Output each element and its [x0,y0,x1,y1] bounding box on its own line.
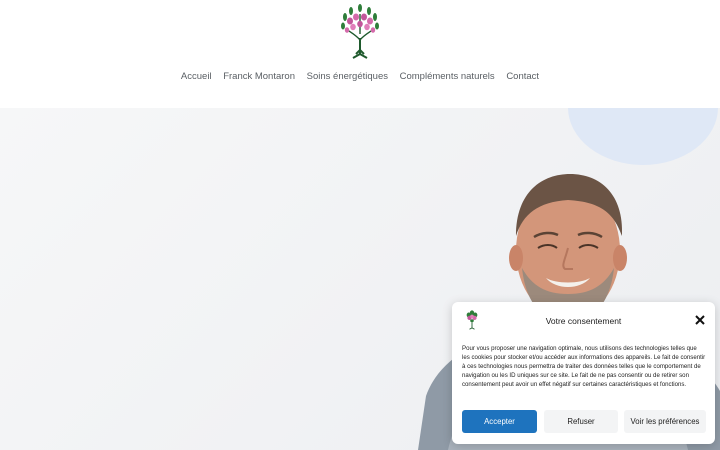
consent-text: Pour vous proposer une navigation optima… [462,345,706,389]
close-icon[interactable] [694,314,706,326]
decorative-circle [568,108,718,165]
site-header: Accueil Franck Montaron Soins énergétiqu… [0,0,720,108]
consent-dialog: Votre consentement Pour vous proposer un… [452,302,715,444]
accept-button[interactable]: Accepter [462,410,537,433]
consent-title: Votre consentement [545,316,622,326]
nav-item-soins-energetiques[interactable]: Soins énergétiques [307,71,388,82]
tree-logo-icon[interactable] [339,4,381,60]
nav-item-franck-montaron[interactable]: Franck Montaron [223,71,295,82]
refuse-button[interactable]: Refuser [544,410,618,433]
main-nav: Accueil Franck Montaron Soins énergétiqu… [0,71,720,82]
nav-item-complements-naturels[interactable]: Compléments naturels [400,71,495,82]
nav-item-contact[interactable]: Contact [506,71,539,82]
preferences-button[interactable]: Voir les préférences [624,410,706,433]
nav-item-accueil[interactable]: Accueil [181,71,212,82]
